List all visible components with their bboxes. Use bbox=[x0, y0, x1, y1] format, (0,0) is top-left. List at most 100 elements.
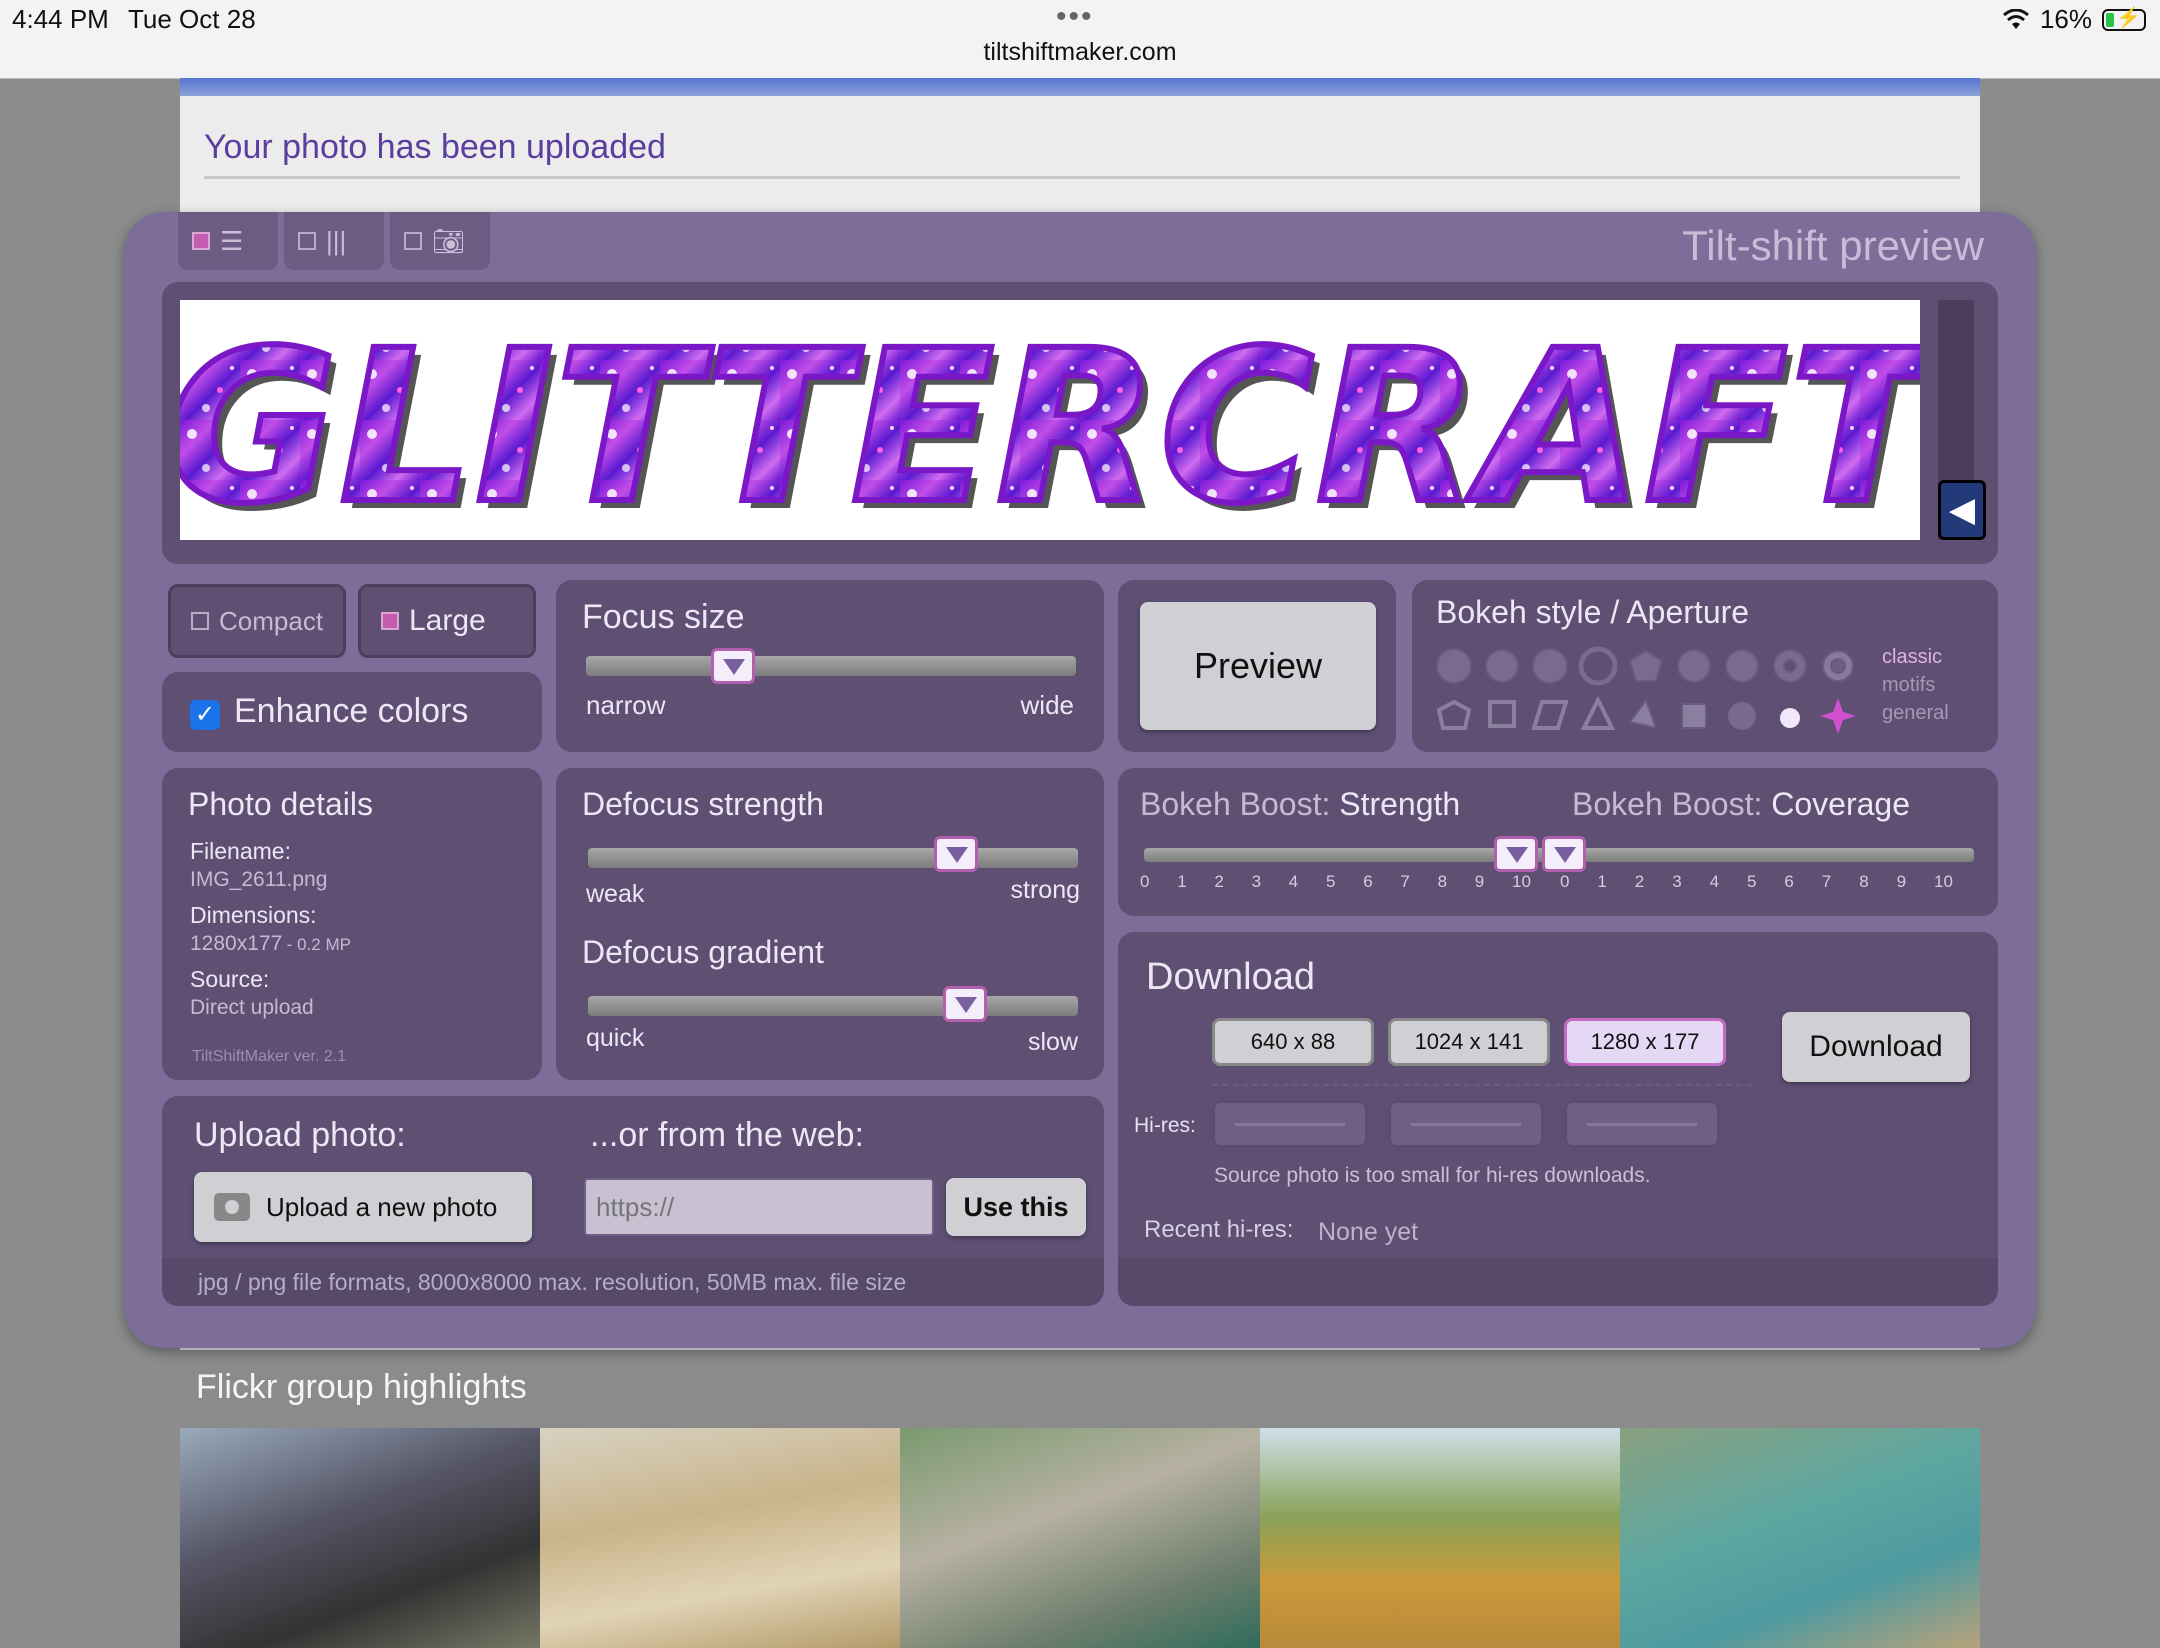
view-checkbox[interactable] bbox=[192, 232, 210, 250]
hires-label: Hi-res: bbox=[1134, 1114, 1196, 1137]
coverage-tick: 2 bbox=[1634, 872, 1645, 891]
coverage-tick: 3 bbox=[1672, 872, 1682, 891]
bokeh-strength-thumb[interactable] bbox=[1494, 836, 1538, 872]
flickr-thumb[interactable] bbox=[900, 1428, 1260, 1648]
bokeh-category-motifs[interactable]: motifs bbox=[1882, 674, 1935, 697]
defocus-gradient-slider[interactable] bbox=[588, 996, 1078, 1016]
status-bar: 4:44 PM Tue Oct 28 ••• tiltshiftmaker.co… bbox=[0, 0, 2160, 79]
compact-checkbox[interactable] bbox=[191, 612, 209, 630]
bokeh-category-classic[interactable]: classic bbox=[1882, 646, 1942, 669]
strength-tick: 2 bbox=[1214, 872, 1224, 891]
hires-button[interactable] bbox=[1388, 1100, 1544, 1148]
camera-icon bbox=[214, 1193, 250, 1221]
coverage-tick: 7 bbox=[1821, 872, 1832, 891]
strength-tick: 8 bbox=[1437, 872, 1448, 891]
hires-button[interactable] bbox=[1564, 1100, 1720, 1148]
collapse-arrow-icon[interactable]: ◀ bbox=[1938, 480, 1986, 540]
url-input[interactable] bbox=[584, 1178, 934, 1236]
photo-preview-frame: GLITTERCRAFT GLITTERCRAFT ◀ bbox=[162, 282, 1998, 564]
bokeh-shapes[interactable] bbox=[1432, 644, 1872, 744]
download-title: Download bbox=[1146, 956, 1315, 998]
bokeh-style-title: Bokeh style / Aperture bbox=[1436, 594, 1750, 630]
dimensions-value: 1280x177 bbox=[190, 932, 283, 955]
strength-right-label: strong bbox=[1010, 876, 1080, 904]
bokeh-category-general[interactable]: general bbox=[1882, 702, 1949, 725]
defocus-strength-thumb[interactable] bbox=[933, 836, 978, 872]
flickr-title: Flickr group highlights bbox=[196, 1368, 527, 1406]
strength-tick: 3 bbox=[1251, 872, 1262, 891]
upload-photo-label: Upload a new photo bbox=[266, 1191, 498, 1222]
view-tab-camera[interactable]: 📷︎ bbox=[390, 212, 490, 270]
preview-image: GLITTERCRAFT GLITTERCRAFT bbox=[180, 300, 1920, 540]
upload-message: Your photo has been uploaded bbox=[204, 128, 666, 166]
more-dots-icon[interactable]: ••• bbox=[1056, 0, 1094, 34]
filename-label: Filename: bbox=[190, 838, 291, 864]
defocus-strength-slider[interactable] bbox=[588, 848, 1078, 868]
resolution-1280[interactable]: 1280 x 177 bbox=[1564, 1018, 1726, 1066]
photo-details-box: Photo details Filename: IMG_2611.png Dim… bbox=[162, 768, 542, 1080]
hires-note: Source photo is too small for hi-res dow… bbox=[1214, 1164, 1651, 1187]
defocus-box: Defocus strength weak strong Defocus gra… bbox=[556, 768, 1104, 1080]
upload-box: Upload photo: Upload a new photo ...or f… bbox=[162, 1096, 1104, 1306]
filename-value: IMG_2611.png bbox=[190, 868, 328, 891]
flickr-thumb[interactable] bbox=[180, 1428, 540, 1648]
view-tab-list[interactable]: ☰ bbox=[178, 212, 278, 270]
resolution-1024[interactable]: 1024 x 141 bbox=[1388, 1018, 1550, 1066]
coverage-tick: 1 bbox=[1597, 872, 1607, 891]
coverage-tick: 9 bbox=[1896, 872, 1907, 891]
bokeh-coverage-prefix: Bokeh Boost: bbox=[1572, 786, 1763, 822]
flickr-thumb[interactable] bbox=[540, 1428, 900, 1648]
resolution-640[interactable]: 640 x 88 bbox=[1212, 1018, 1374, 1066]
flickr-thumb[interactable] bbox=[1620, 1428, 1980, 1648]
compact-label: Compact bbox=[219, 605, 324, 636]
web-upload-title: ...or from the web: bbox=[590, 1116, 864, 1154]
preview-button[interactable]: Preview bbox=[1140, 602, 1376, 730]
large-label: Large bbox=[409, 604, 486, 637]
focus-size-box: Focus size narrow wide bbox=[556, 580, 1104, 752]
source-label: Source: bbox=[190, 966, 270, 992]
view-tab-columns[interactable]: ||| bbox=[284, 212, 384, 270]
bokeh-strength-label: Strength bbox=[1339, 786, 1461, 822]
bokeh-coverage-thumb[interactable] bbox=[1542, 836, 1586, 872]
focus-size-thumb[interactable] bbox=[711, 648, 755, 684]
coverage-tick: 0 bbox=[1560, 872, 1570, 891]
status-date: Tue Oct 28 bbox=[128, 4, 256, 34]
enhance-colors-checkbox[interactable]: ✓ bbox=[190, 700, 220, 730]
bokeh-strength-prefix: Bokeh Boost: bbox=[1140, 786, 1331, 822]
coverage-tick: 5 bbox=[1747, 872, 1757, 891]
status-time: 4:44 PM bbox=[12, 4, 109, 34]
megapixels-value: - 0.2 MP bbox=[286, 935, 351, 954]
camera-icon: 📷︎ bbox=[432, 225, 466, 256]
coverage-tick: 10 bbox=[1934, 872, 1953, 891]
large-checkbox[interactable] bbox=[381, 612, 399, 630]
focus-size-slider[interactable] bbox=[586, 656, 1076, 676]
strength-tick: 6 bbox=[1363, 872, 1373, 891]
flickr-header: Flickr group highlights bbox=[180, 1350, 1980, 1428]
defocus-gradient-title: Defocus gradient bbox=[582, 934, 824, 970]
defocus-gradient-thumb[interactable] bbox=[943, 986, 988, 1022]
divider bbox=[204, 176, 1960, 179]
focus-size-title: Focus size bbox=[582, 598, 745, 636]
large-option[interactable]: Large bbox=[358, 584, 536, 658]
hires-button[interactable] bbox=[1212, 1100, 1368, 1148]
view-checkbox[interactable] bbox=[404, 232, 422, 250]
address-bar-url[interactable]: tiltshiftmaker.com bbox=[0, 38, 2160, 67]
dimensions-label: Dimensions: bbox=[190, 902, 317, 928]
header-band bbox=[180, 78, 1980, 96]
upload-note: jpg / png file formats, 8000x8000 max. r… bbox=[198, 1269, 907, 1295]
focus-right-label: wide bbox=[1020, 690, 1074, 720]
strength-tick: 1 bbox=[1177, 872, 1187, 891]
use-this-button[interactable]: Use this bbox=[946, 1178, 1086, 1236]
download-button[interactable]: Download bbox=[1782, 1012, 1970, 1082]
view-checkbox[interactable] bbox=[298, 232, 316, 250]
upload-photo-button[interactable]: Upload a new photo bbox=[194, 1172, 532, 1242]
gradient-right-label: slow bbox=[1027, 1028, 1078, 1056]
compact-option[interactable]: Compact bbox=[168, 584, 346, 658]
battery-percent: 16% bbox=[2039, 4, 2092, 34]
enhance-colors-label: Enhance colors bbox=[234, 692, 469, 730]
resolution-buttons: 640 x 88 1024 x 141 1280 x 177 bbox=[1212, 1018, 1732, 1070]
flickr-thumb[interactable] bbox=[1260, 1428, 1620, 1648]
coverage-tick: 4 bbox=[1709, 872, 1720, 891]
list-icon: ☰ bbox=[220, 225, 244, 256]
upload-title: Upload photo: bbox=[194, 1116, 406, 1154]
